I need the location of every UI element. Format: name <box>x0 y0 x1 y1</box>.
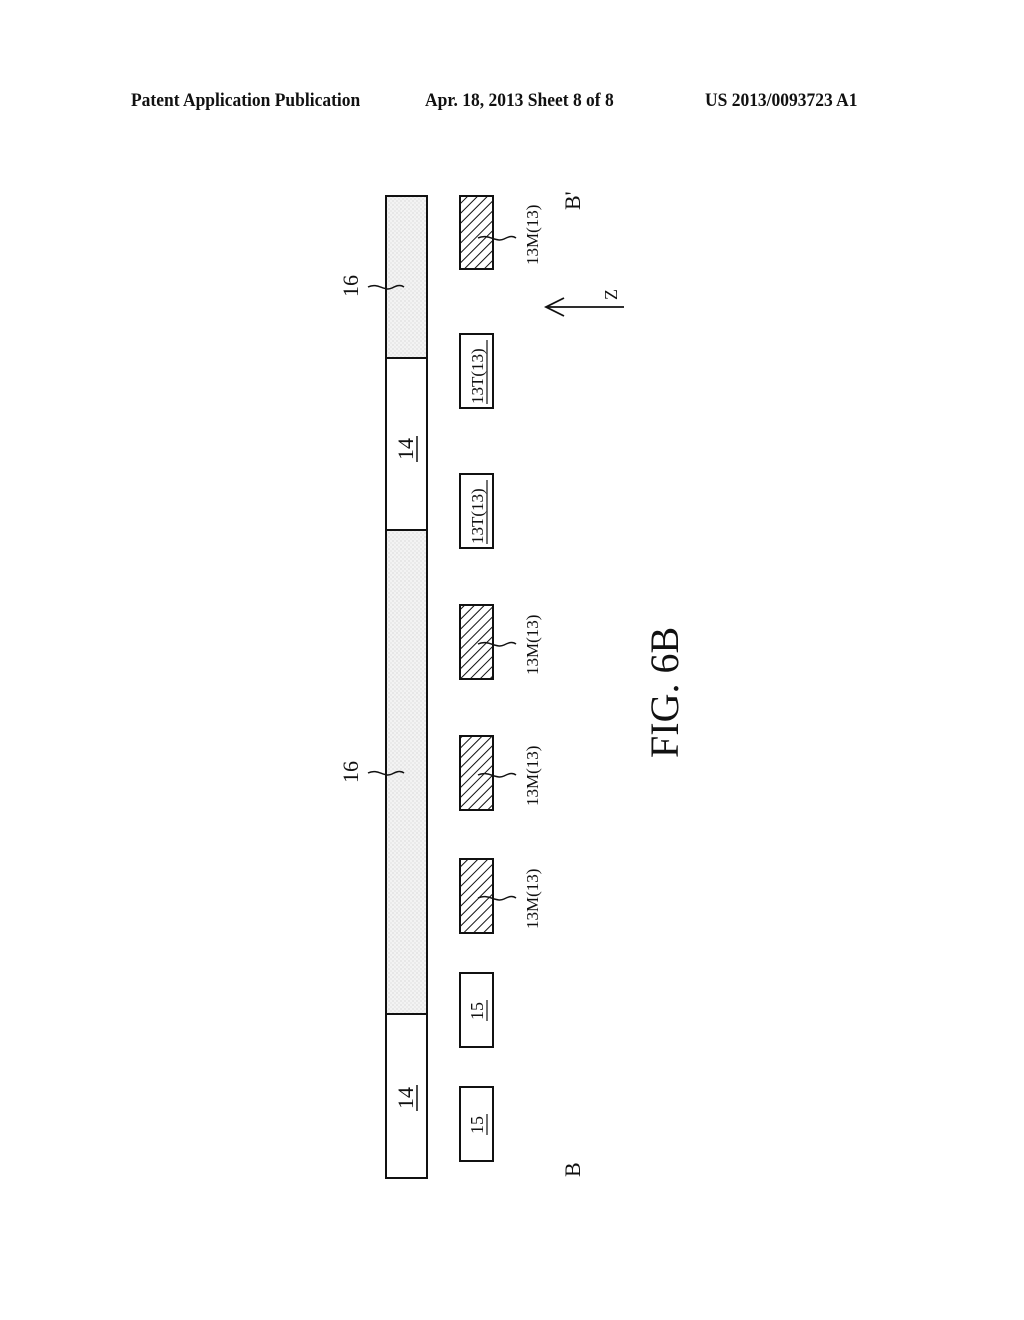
block-15-1: 15 <box>459 972 494 1048</box>
figure-caption: FIG. 6B <box>642 627 687 758</box>
block-13m-2: 13M(13) <box>459 604 542 680</box>
block-label: 13T(13) <box>468 348 487 404</box>
z-axis-label: Z <box>601 289 621 300</box>
block-label: 15 <box>467 1116 487 1134</box>
block-13m-3: 13M(13) <box>459 735 542 811</box>
ref-14-upper: 14 <box>393 436 418 462</box>
block-13t-2: 13T(13) <box>459 473 494 549</box>
block-15-2: 15 <box>459 1086 494 1162</box>
top-layer <box>385 195 428 1179</box>
section-end-label: B' <box>560 191 585 210</box>
block-label: 13T(13) <box>468 488 487 544</box>
block-13t-1: 13T(13) <box>459 333 494 409</box>
section-start-label: B <box>560 1162 585 1177</box>
ref-label: 14 <box>393 438 418 460</box>
ref-label: 14 <box>393 1087 418 1109</box>
layer-16-segment <box>385 195 428 359</box>
layer-16-segment <box>385 529 428 1015</box>
figure-drawing: 16 16 14 14 13M(13) 13T(13) 13T(13) 13M(… <box>338 191 687 1179</box>
ref-14-lower: 14 <box>393 1085 418 1111</box>
block-label: 13M(13) <box>523 205 542 265</box>
block-label: 13M(13) <box>523 869 542 929</box>
block-label: 13M(13) <box>523 615 542 675</box>
block-label: 13M(13) <box>523 746 542 806</box>
block-label: 15 <box>467 1002 487 1020</box>
ref-label: 16 <box>338 275 363 297</box>
ref-label: 16 <box>338 761 363 783</box>
block-13m-4: 13M(13) <box>459 858 542 934</box>
block-13m-1: 13M(13) <box>459 195 542 270</box>
